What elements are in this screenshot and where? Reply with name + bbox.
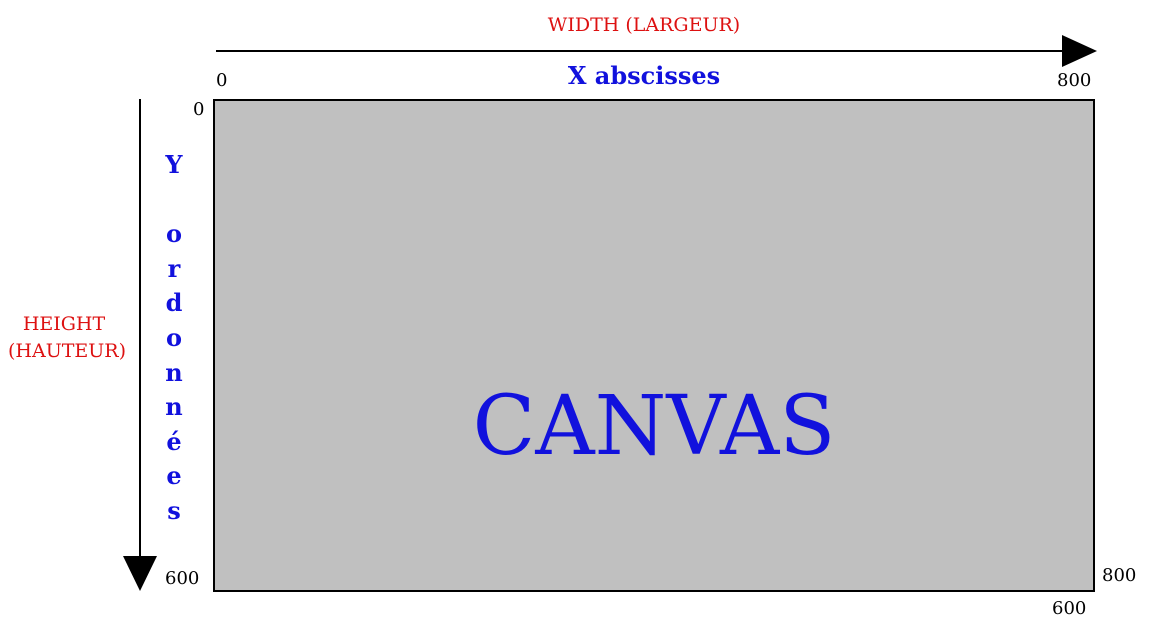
corner-y-value: 600 (1052, 598, 1087, 619)
height-arrow-head (123, 556, 157, 591)
width-arrow-head (1062, 35, 1097, 67)
x-tick-start: 0 (216, 70, 228, 91)
y-axis-title-letter: r (167, 253, 181, 283)
corner-x-value: 800 (1102, 565, 1137, 586)
y-tick-start: 0 (193, 99, 205, 120)
y-axis-title-letter: d (165, 288, 183, 318)
x-axis-title: X abscisses (567, 61, 721, 90)
y-axis-title-letter: o (165, 322, 182, 352)
y-axis-title-letter: s (167, 495, 181, 525)
y-axis-title-letter: n (165, 392, 183, 422)
width-label: WIDTH (LARGEUR) (547, 14, 741, 36)
y-axis-title-letter (161, 183, 187, 218)
canvas-area: CANVAS (213, 99, 1095, 592)
y-axis-title-letter: o (165, 219, 182, 249)
y-axis-title-letter: e (166, 461, 182, 491)
y-axis-title-letter: Y (165, 150, 183, 179)
y-axis-title: Y ordonnées (161, 148, 187, 529)
x-tick-end: 800 (1057, 70, 1092, 91)
y-axis-title-letter: n (165, 357, 183, 387)
y-axis-title-letter: é (166, 426, 182, 456)
canvas-label: CANVAS (472, 379, 836, 474)
height-label: HEIGHT (HAUTEUR) (8, 313, 126, 362)
y-tick-end: 600 (165, 568, 200, 589)
